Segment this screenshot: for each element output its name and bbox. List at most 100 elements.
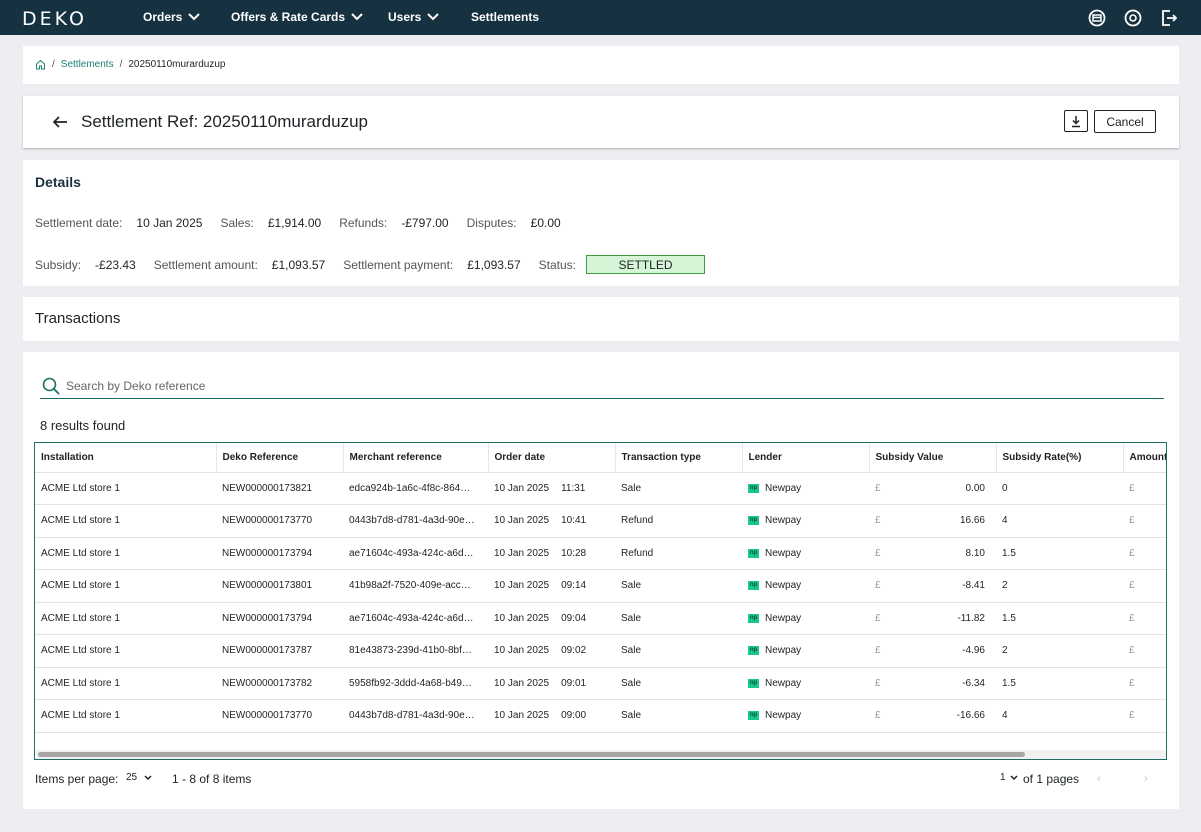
column-header-lender[interactable]: Lender	[742, 443, 870, 473]
deko-logo[interactable]: DEKO	[22, 8, 87, 30]
breadcrumb: / Settlements / 20250110murarduzup	[35, 59, 225, 70]
order-date: 10 Jan 2025	[494, 677, 550, 689]
items-per-page-select[interactable]: 25	[126, 772, 152, 783]
details-row-2: Subsidy: -£23.43 Settlement amount: £1,0…	[35, 255, 705, 274]
pagination: Items per page: 25 1 - 8 of 8 items 1 of…	[35, 772, 1165, 790]
cell-merchant-reference: 0443b7d8-d781-4a3d-90e…	[343, 504, 488, 538]
lender-name: Newpay	[765, 710, 802, 722]
cell-order-date: 10 Jan 2025 09:01	[488, 667, 615, 700]
column-header-subsidy-value[interactable]: Subsidy Value	[869, 443, 997, 473]
cell-amount: £	[1123, 634, 1166, 668]
currency-symbol: £	[875, 580, 881, 592]
disputes-value: £0.00	[530, 216, 561, 230]
search-input[interactable]	[66, 378, 1066, 393]
refunds-label: Refunds:	[339, 216, 388, 230]
table-row[interactable]: ACME Ltd store 1 NEW000000173794 ae71604c-…	[35, 602, 1166, 635]
page-header: Settlement Ref: 20250110murarduzup Cance…	[23, 96, 1179, 148]
previous-page-button[interactable]: ‹	[1097, 773, 1101, 785]
horizontal-scrollbar[interactable]	[36, 750, 1166, 759]
table-row[interactable]: ACME Ltd store 1 NEW000000173782 5958fb92-…	[35, 667, 1166, 700]
cell-subsidy-value: £ -8.41	[869, 569, 996, 603]
order-date: 10 Jan 2025	[494, 580, 550, 592]
column-header-order-date[interactable]: Order date	[488, 443, 616, 473]
cell-lender: np Newpay	[742, 634, 869, 668]
next-page-button[interactable]: ›	[1144, 773, 1148, 785]
cell-order-date: 10 Jan 2025 09:14	[488, 569, 615, 603]
order-date: 10 Jan 2025	[494, 645, 550, 657]
store-icon[interactable]	[1088, 9, 1106, 27]
column-header-transaction-type[interactable]: Transaction type	[615, 443, 743, 473]
cell-merchant-reference: ae71604c-493a-424c-a6d…	[343, 602, 488, 635]
nav-users-label: Users	[388, 10, 422, 24]
subsidy-value: 8.10	[965, 547, 985, 559]
cell-subsidy-rate: 1.5	[996, 537, 1123, 570]
cell-lender: np Newpay	[742, 537, 869, 570]
search-icon	[42, 377, 60, 395]
lender-name: Newpay	[765, 547, 802, 559]
home-icon[interactable]	[35, 59, 46, 70]
order-time: 09:14	[561, 580, 587, 592]
cell-installation: ACME Ltd store 1	[35, 537, 216, 570]
cell-amount: £	[1123, 667, 1166, 700]
cell-transaction-type: Sale	[615, 602, 742, 635]
cell-subsidy-rate: 2	[996, 569, 1123, 603]
currency-symbol: £	[1129, 645, 1135, 657]
order-date: 10 Jan 2025	[494, 612, 550, 624]
cell-subsidy-rate: 0	[996, 472, 1123, 505]
cell-lender: np Newpay	[742, 602, 869, 635]
table-row[interactable]: ACME Ltd store 1 NEW000000173794 ae71604c-…	[35, 537, 1166, 570]
cell-subsidy-value: £0.00	[869, 472, 996, 505]
column-header-installation[interactable]: Installation	[35, 443, 217, 473]
column-header-deko-reference[interactable]: Deko Reference	[216, 443, 344, 473]
column-header-amount[interactable]: Amount	[1123, 443, 1166, 473]
table-row[interactable]: ACME Ltd store 1 NEW000000173770 0443b7d8-…	[35, 699, 1166, 733]
table-row[interactable]: ACME Ltd store 1 NEW000000173770 0443b7d8-…	[35, 504, 1166, 538]
cell-installation: ACME Ltd store 1	[35, 667, 216, 700]
nav-settlements[interactable]: Settlements	[471, 10, 539, 24]
subsidy-value: 0.00	[965, 482, 985, 494]
table-row[interactable]: ACME Ltd store 1 NEW000000173821 edca924b-…	[35, 472, 1166, 505]
details-card: Details Settlement date: 10 Jan 2025 Sal…	[23, 160, 1179, 286]
page-select-value: 1	[1000, 772, 1006, 783]
cell-installation: ACME Ltd store 1	[35, 634, 216, 668]
cell-lender: np Newpay	[742, 472, 869, 505]
order-time: 11:31	[561, 482, 586, 494]
transactions-header-card: Transactions	[23, 297, 1179, 341]
table-header-row: Installation Deko Reference Merchant ref…	[35, 443, 1166, 473]
nav-settlements-label: Settlements	[471, 10, 540, 24]
cell-subsidy-rate: 2	[996, 634, 1123, 668]
breadcrumb-current: 20250110murarduzup	[128, 59, 226, 70]
cell-subsidy-rate: 4	[996, 699, 1123, 733]
column-header-subsidy-rate[interactable]: Subsidy Rate(%)	[996, 443, 1124, 473]
cell-deko-reference: NEW000000173801	[216, 569, 343, 603]
cell-merchant-reference: ae71604c-493a-424c-a6d…	[343, 537, 488, 570]
breadcrumb-settlements-link[interactable]: Settlements	[61, 59, 114, 70]
cancel-button[interactable]: Cancel	[1094, 110, 1156, 133]
details-title: Details	[35, 174, 81, 190]
cell-subsidy-value: £ -11.82	[869, 602, 996, 635]
logout-icon[interactable]	[1160, 9, 1178, 27]
scrollbar-thumb[interactable]	[38, 752, 1025, 757]
subsidy-value: -11.82	[957, 612, 985, 624]
cell-merchant-reference: 41b98a2f-7520-409e-acc…	[343, 569, 488, 603]
back-arrow-icon[interactable]	[51, 113, 69, 131]
table-row[interactable]: ACME Ltd store 1 NEW000000173787 81e43873-…	[35, 634, 1166, 668]
cell-amount: £	[1123, 504, 1166, 538]
nav-orders[interactable]: Orders	[143, 10, 201, 24]
account-icon[interactable]	[1124, 9, 1142, 27]
download-button[interactable]	[1064, 110, 1088, 132]
newpay-logo-icon: np	[748, 483, 759, 493]
table-row[interactable]: ACME Ltd store 1 NEW000000173801 41b98a2f-…	[35, 569, 1166, 603]
disputes-label: Disputes:	[466, 216, 517, 230]
search-field	[40, 373, 1164, 399]
page-select[interactable]: 1	[1000, 772, 1018, 783]
cell-order-date: 10 Jan 2025 10:28	[488, 537, 615, 570]
nav-users[interactable]: Users	[388, 10, 440, 24]
column-header-merchant-reference[interactable]: Merchant reference	[343, 443, 489, 473]
currency-symbol: £	[1129, 547, 1135, 559]
sales-label: Sales:	[220, 216, 254, 230]
lender-name: Newpay	[765, 677, 802, 689]
subsidy-value: -£23.43	[95, 257, 136, 272]
nav-offers-rate-cards[interactable]: Offers & Rate Cards	[231, 10, 363, 24]
cell-transaction-type: Refund	[615, 504, 742, 538]
